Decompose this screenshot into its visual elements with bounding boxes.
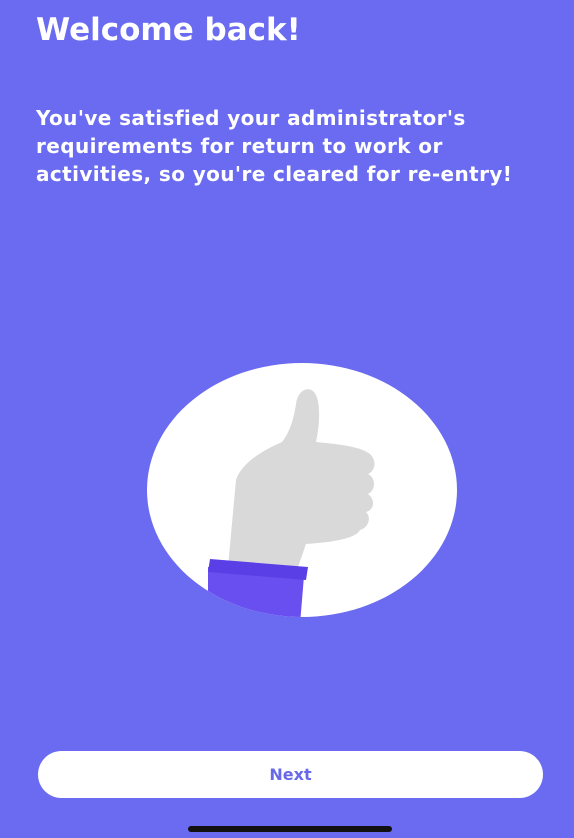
home-indicator[interactable]: [188, 826, 392, 832]
next-button[interactable]: Next: [38, 751, 543, 798]
welcome-back-screen: Welcome back! You've satisfied your admi…: [0, 0, 574, 838]
thumbs-up-icon: [147, 363, 457, 617]
clearance-message: You've satisfied your administrator's re…: [36, 106, 513, 186]
page-title: Welcome back!: [36, 12, 301, 48]
thumbs-up-illustration: [146, 362, 458, 624]
